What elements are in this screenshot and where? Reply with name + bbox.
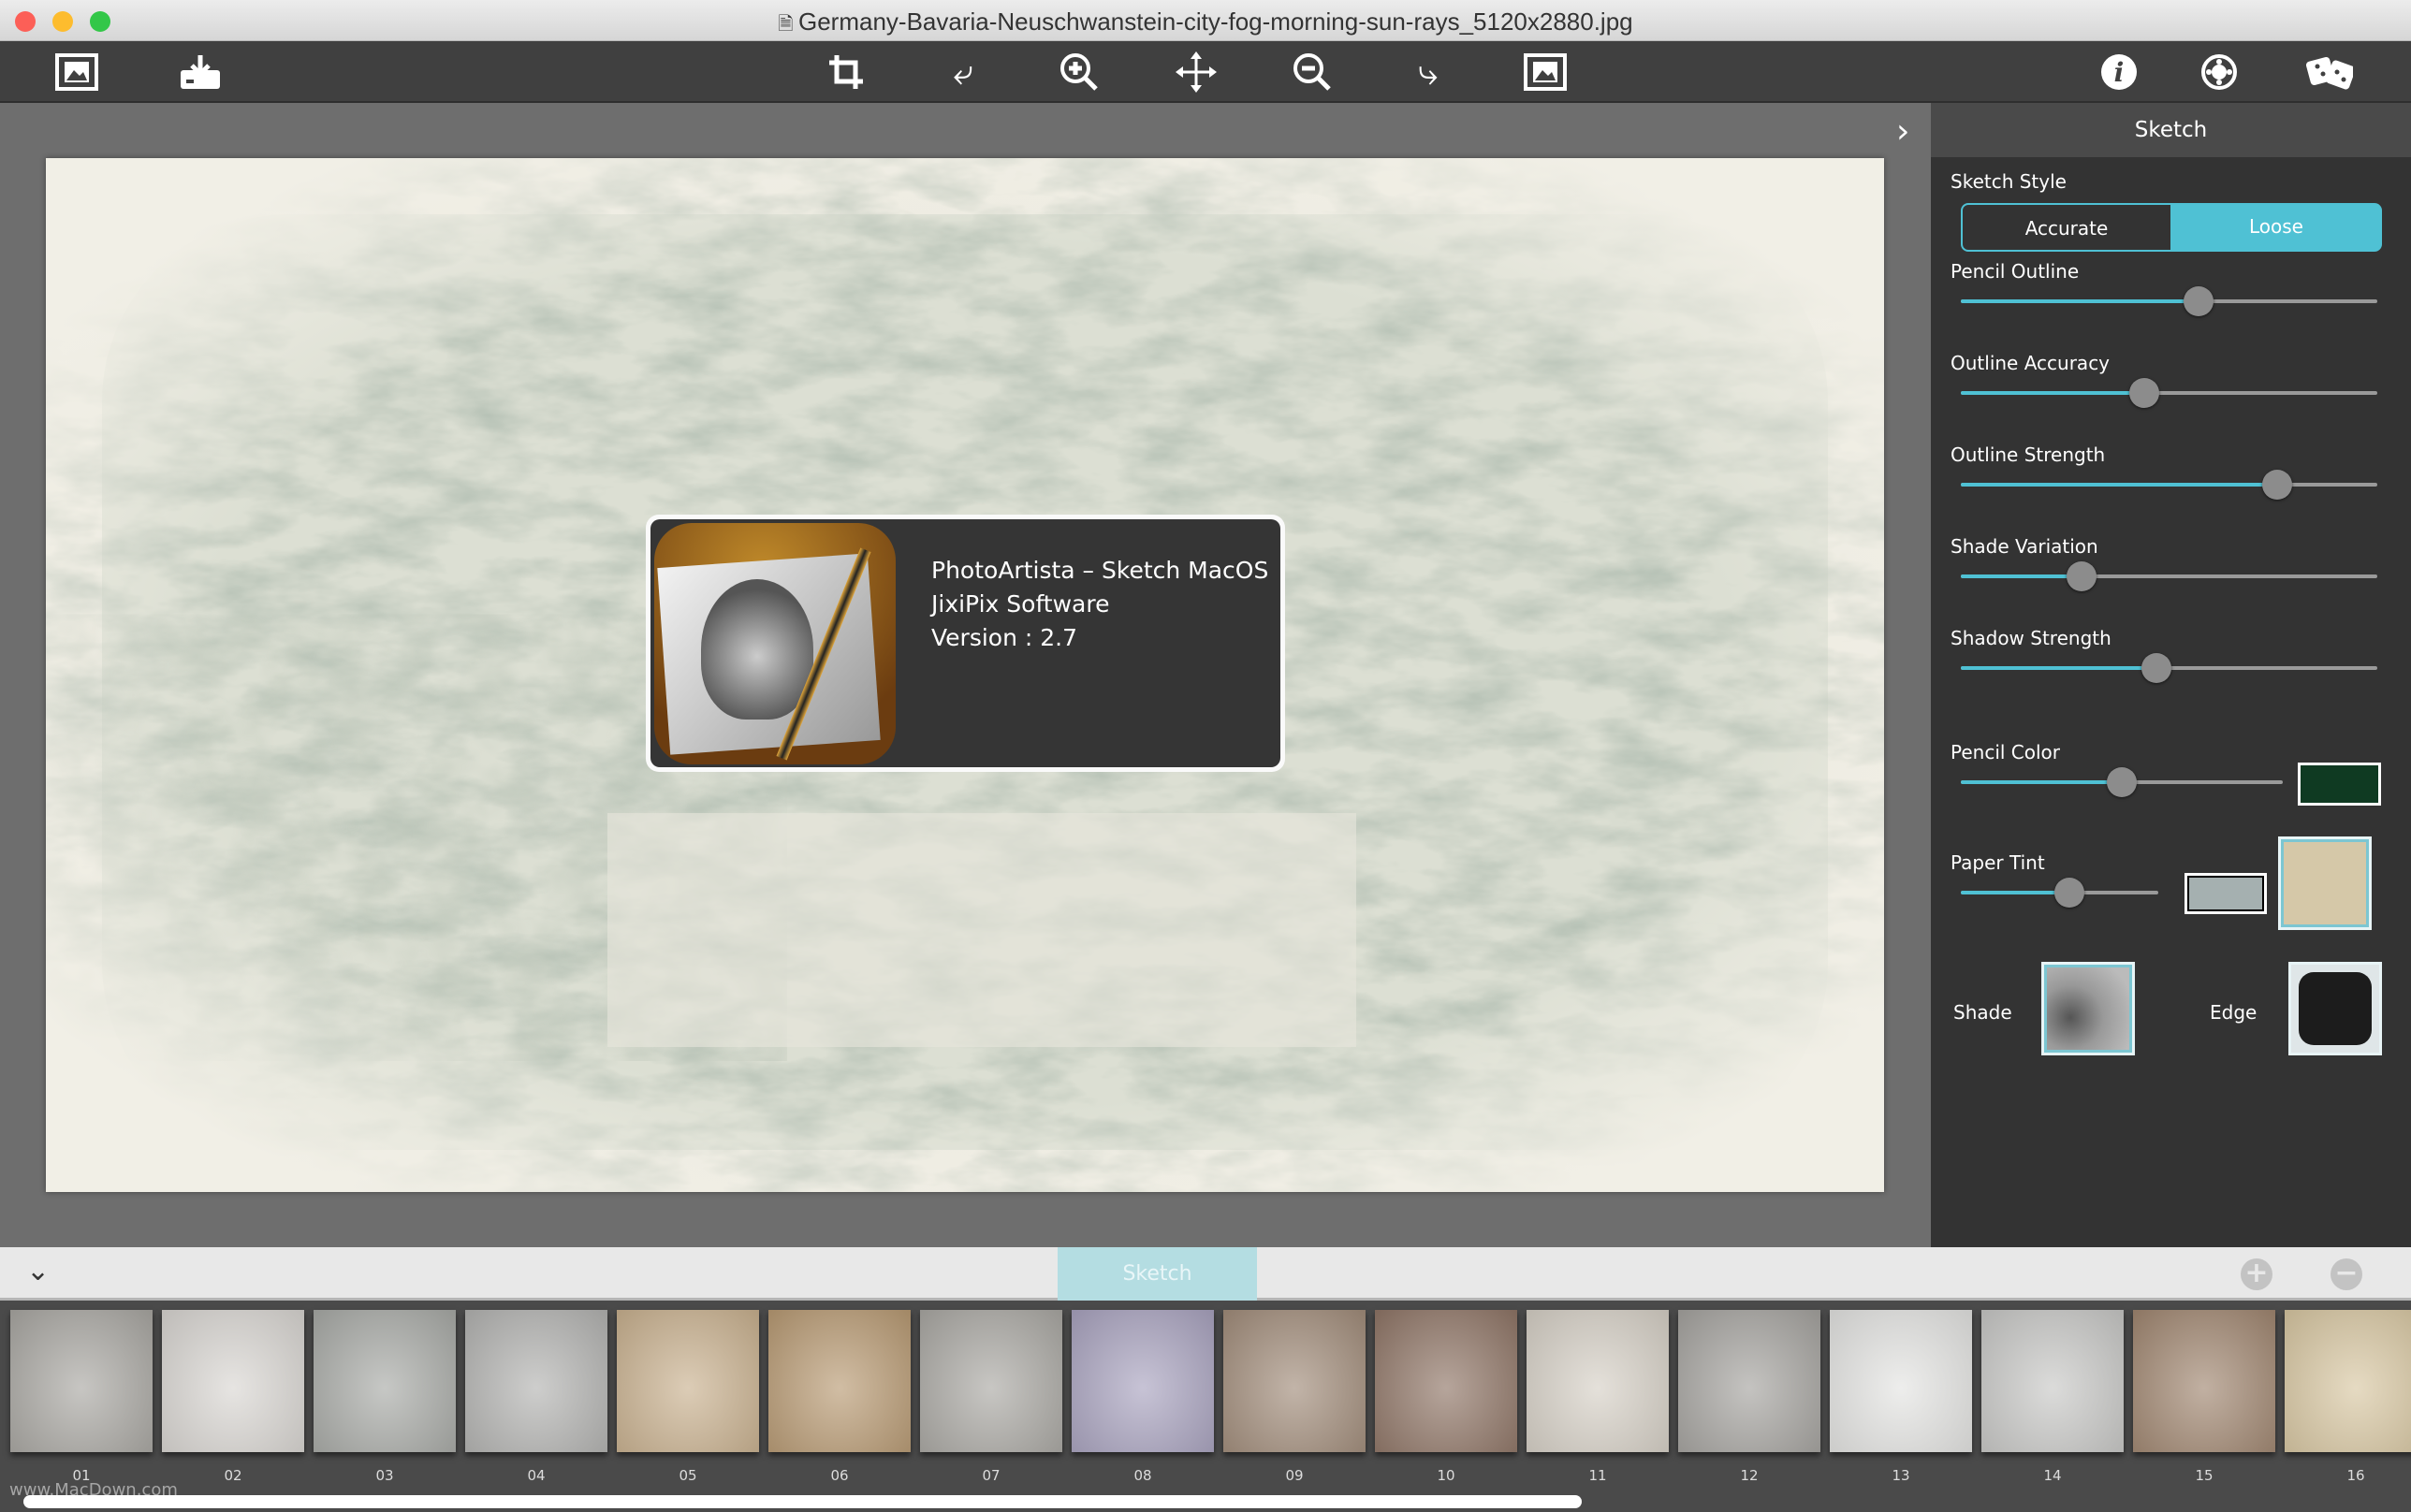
zoom-out-icon[interactable]: [1289, 51, 1336, 94]
preset-thumbnail[interactable]: [1527, 1310, 1669, 1452]
shade-variation-label: Shade Variation: [1951, 535, 2098, 558]
preset-number: 16: [2346, 1467, 2365, 1484]
sketch-style-label: Sketch Style: [1951, 170, 2067, 193]
preset-number: 15: [2195, 1467, 2214, 1484]
about-app-name: PhotoArtista – Sketch MacOS: [931, 557, 1269, 584]
slider-knob[interactable]: [2128, 378, 2159, 408]
about-version: Version : 2.7: [931, 624, 1078, 651]
preset-number: 14: [2043, 1467, 2062, 1484]
preset-number: 02: [224, 1467, 242, 1484]
shade-texture-swatch[interactable]: [2041, 962, 2135, 1055]
style-accurate-button[interactable]: Accurate: [1961, 203, 2170, 252]
about-company: JixiPix Software: [931, 590, 1110, 618]
collapse-presets-chevron-icon[interactable]: ⌄: [26, 1255, 50, 1287]
pencil-outline-label: Pencil Outline: [1951, 260, 2080, 283]
preset-thumbnail[interactable]: [920, 1310, 1062, 1452]
slider-knob[interactable]: [2141, 653, 2172, 683]
document-icon: 🗎: [778, 14, 798, 35]
collapse-panel-chevron-icon[interactable]: ›: [1896, 112, 1909, 151]
window-title: 🗎 Germany-Bavaria-Neuschwanstein-city-fo…: [778, 7, 1633, 36]
paper-tint-label: Paper Tint: [1951, 851, 2045, 874]
outline-accuracy-label: Outline Accuracy: [1951, 352, 2111, 374]
edge-label: Edge: [2210, 1001, 2258, 1024]
preset-number: 07: [982, 1467, 1001, 1484]
shade-label: Shade: [1953, 1001, 2012, 1024]
shade-variation-slider[interactable]: [1961, 561, 2377, 591]
open-image-icon[interactable]: [53, 51, 100, 94]
add-preset-button[interactable]: +: [2241, 1258, 2272, 1290]
crop-icon[interactable]: [823, 51, 869, 94]
preset-number: 10: [1437, 1467, 1455, 1484]
preset-number: 12: [1740, 1467, 1759, 1484]
preset-thumbnail[interactable]: [1830, 1310, 1972, 1452]
zoom-in-icon[interactable]: [1056, 51, 1103, 94]
preset-thumbnail[interactable]: [1981, 1310, 2124, 1452]
preset-number: 03: [375, 1467, 394, 1484]
preset-number: 06: [830, 1467, 849, 1484]
random-icon[interactable]: [2306, 51, 2353, 94]
title-bar: 🗎 Germany-Bavaria-Neuschwanstein-city-fo…: [0, 0, 2411, 41]
rotate-left-icon[interactable]: ⤶: [940, 51, 986, 94]
app-logo: [654, 523, 896, 764]
settings-icon[interactable]: [2196, 51, 2243, 94]
remove-preset-button[interactable]: −: [2331, 1258, 2362, 1290]
about-dialog: PhotoArtista – Sketch MacOS JixiPix Soft…: [646, 515, 1285, 772]
preset-strip: 01 02 03 04 05 06 07 08 09 10 11 12 13 1…: [0, 1301, 2411, 1512]
preset-number: 09: [1285, 1467, 1304, 1484]
preset-thumbnail[interactable]: [1072, 1310, 1214, 1452]
preset-thumbnail[interactable]: [617, 1310, 759, 1452]
outline-accuracy-slider[interactable]: [1961, 378, 2377, 408]
pencil-color-swatch[interactable]: [2298, 763, 2381, 806]
preset-thumbnail[interactable]: [10, 1310, 153, 1452]
info-icon[interactable]: i: [2096, 51, 2142, 94]
svg-text:i: i: [2114, 57, 2125, 88]
preset-number: 13: [1892, 1467, 1910, 1484]
preset-scrollbar[interactable]: [23, 1495, 1582, 1508]
outline-strength-slider[interactable]: [1961, 470, 2377, 500]
style-loose-button[interactable]: Loose: [2170, 203, 2382, 252]
preset-thumbnail[interactable]: [465, 1310, 607, 1452]
preset-thumbnail[interactable]: [162, 1310, 304, 1452]
rotate-right-icon[interactable]: ⤷: [1405, 51, 1452, 94]
preset-thumbnail[interactable]: [1223, 1310, 1366, 1452]
slider-knob[interactable]: [2107, 767, 2137, 797]
fit-image-icon[interactable]: [1522, 51, 1569, 94]
save-icon[interactable]: [177, 51, 224, 94]
pencil-outline-slider[interactable]: [1961, 286, 2377, 316]
shadow-strength-slider[interactable]: [1961, 653, 2377, 683]
toolbar: ⤶ ⤷ i: [0, 41, 2411, 103]
slider-knob[interactable]: [2054, 878, 2085, 908]
edge-texture-swatch[interactable]: [2288, 962, 2382, 1055]
pencil-color-slider[interactable]: [1961, 767, 2283, 797]
paper-tint-swatch[interactable]: [2185, 873, 2267, 914]
pencil-color-label: Pencil Color: [1951, 741, 2061, 763]
preset-thumbnail[interactable]: [314, 1310, 456, 1452]
paper-tint-slider[interactable]: [1961, 878, 2158, 908]
preset-number: 11: [1588, 1467, 1607, 1484]
preset-thumbnail[interactable]: [768, 1310, 911, 1452]
preset-number: 05: [679, 1467, 697, 1484]
shadow-strength-label: Shadow Strength: [1951, 627, 2111, 649]
preset-thumbnail[interactable]: [1375, 1310, 1517, 1452]
preset-thumbnail[interactable]: [2285, 1310, 2411, 1452]
preset-category-bar: ⌄ Sketch + −: [0, 1247, 2411, 1301]
outline-strength-label: Outline Strength: [1951, 443, 2106, 466]
paper-texture-swatch[interactable]: [2278, 836, 2372, 930]
preset-thumbnail[interactable]: [1678, 1310, 1820, 1452]
slider-knob[interactable]: [2067, 561, 2097, 591]
tab-sketch[interactable]: Sketch: [1058, 1247, 1257, 1301]
panel-title: Sketch: [1931, 103, 2411, 157]
sketch-settings-panel: Sketch Sketch Style Accurate Loose Penci…: [1931, 103, 2411, 1247]
move-icon[interactable]: [1173, 51, 1220, 94]
preset-number: 08: [1133, 1467, 1152, 1484]
preset-number: 04: [527, 1467, 546, 1484]
slider-knob[interactable]: [2262, 470, 2293, 500]
slider-knob[interactable]: [2183, 286, 2214, 316]
preset-thumbnail[interactable]: [2133, 1310, 2275, 1452]
